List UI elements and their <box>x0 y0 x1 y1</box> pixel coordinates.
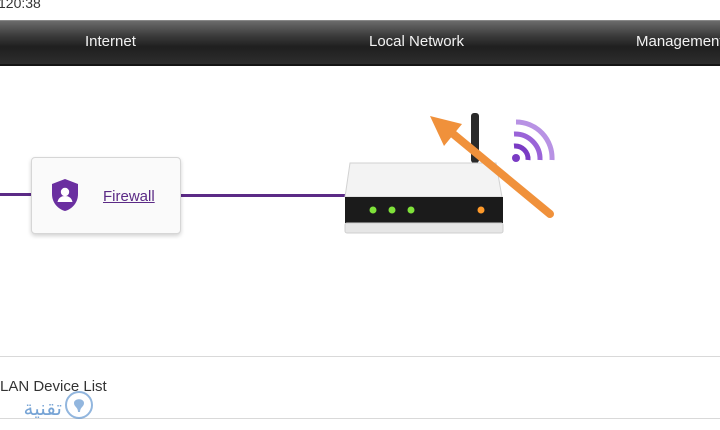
annotation-arrow-icon <box>430 116 554 218</box>
section-divider <box>0 356 720 357</box>
svg-text:تقنية: تقنية <box>24 396 62 420</box>
status-time: 120:38 <box>0 0 41 11</box>
firewall-card[interactable]: Firewall <box>31 157 181 234</box>
firewall-link[interactable]: Firewall <box>103 188 155 205</box>
section-divider <box>0 418 720 419</box>
topology-link-left <box>0 193 32 196</box>
nav-management[interactable]: Management <box>636 33 720 50</box>
main-nav-bar: Internet Local Network Management <box>0 20 720 66</box>
topology-link-firewall-router <box>181 194 351 197</box>
router-admin-page: 120:38 Internet Local Network Management… <box>0 0 720 430</box>
watermark-logo: تقنية <box>24 391 93 420</box>
nav-local-network[interactable]: Local Network <box>369 33 464 50</box>
network-topology-diagram: Firewall <box>0 66 720 356</box>
shield-user-icon <box>52 179 78 211</box>
nav-internet[interactable]: Internet <box>85 33 136 50</box>
